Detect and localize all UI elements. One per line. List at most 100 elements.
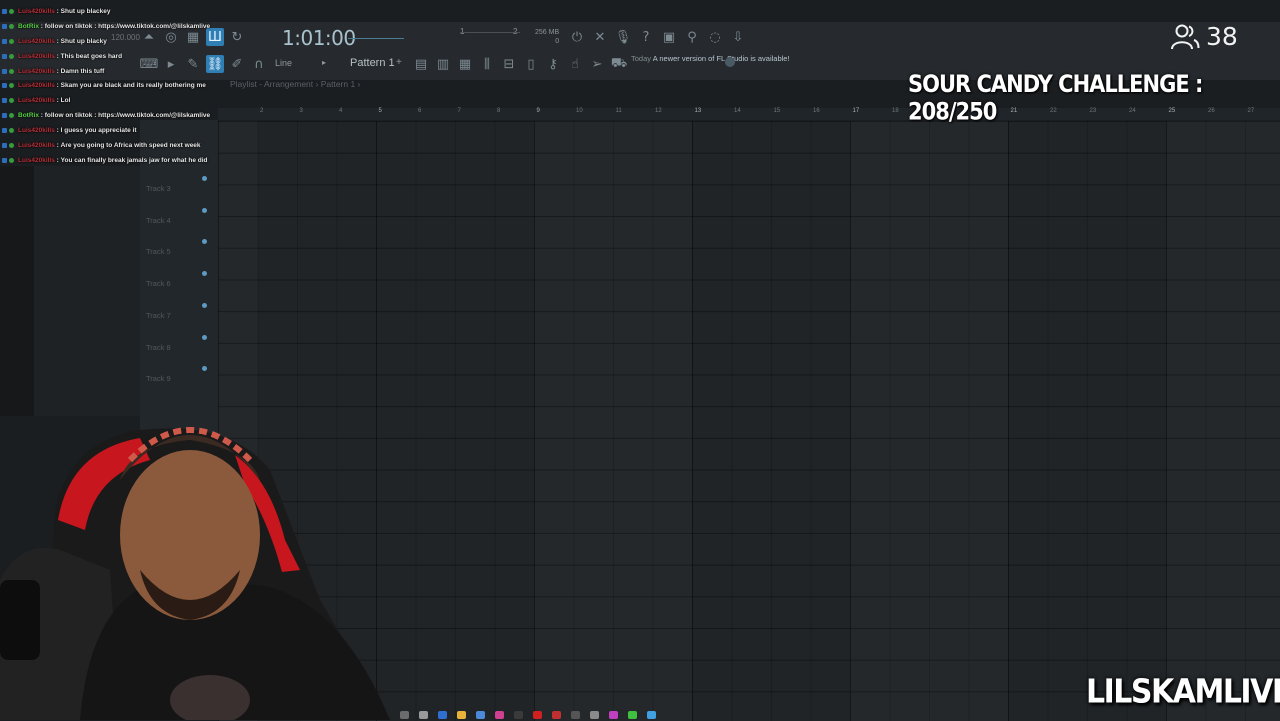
badge-icon [9, 23, 14, 29]
platform-icon [2, 128, 7, 134]
song-time[interactable]: 1:01:00 [282, 26, 356, 50]
chat-username: Luis420kills [18, 7, 55, 15]
chat-text: Shut up blackey [60, 7, 111, 15]
save-icon[interactable]: ▣ [660, 28, 678, 46]
help-icon[interactable]: ? [637, 28, 655, 46]
app-icon[interactable] [590, 711, 599, 719]
record-app-icon[interactable] [533, 711, 542, 719]
mixer-icon[interactable]: ⫼ [478, 55, 496, 73]
ruler-bar-number: 11 [615, 108, 622, 114]
track-label[interactable]: Track 8 [146, 343, 171, 352]
track-label[interactable]: Track 5 [146, 247, 171, 256]
app-icon[interactable] [419, 711, 428, 719]
track-mute-led[interactable] [202, 207, 207, 213]
folder-icon[interactable] [457, 711, 466, 719]
pattern-prev-icon[interactable]: ▸ [322, 58, 326, 67]
badge-icon [9, 98, 14, 104]
badge-icon [9, 157, 14, 163]
platform-icon [2, 113, 7, 119]
chrome-icon[interactable] [552, 711, 561, 719]
cart-icon[interactable]: ⛟ [610, 55, 628, 73]
ruler-bar-number: 14 [734, 108, 741, 114]
track-mute-led[interactable] [202, 334, 207, 340]
ruler-bar-number: 15 [773, 108, 781, 114]
users-icon [1171, 24, 1200, 49]
fl-studio-icon[interactable] [495, 711, 504, 719]
send-icon[interactable]: ➢ [588, 55, 606, 73]
chat-text: This beat goes hard [60, 52, 123, 60]
track-label[interactable]: Track 3 [146, 184, 171, 193]
ruler-bar-number: 10 [576, 108, 583, 114]
chat-username: Luis420kills [18, 37, 55, 45]
chat-username: BotRix [18, 22, 39, 30]
chat-message: BotRix : follow on tiktok : https://www.… [2, 108, 262, 123]
news-date: Today [631, 54, 652, 63]
playlist-icon[interactable]: ▤ [412, 55, 430, 73]
app-icon[interactable] [514, 711, 523, 719]
export-icon[interactable]: ⇩ [729, 28, 747, 46]
browser-panel-list [34, 166, 140, 416]
search-icon[interactable] [400, 711, 409, 719]
memory-sub: 0 [555, 38, 560, 45]
platform-icon [2, 53, 7, 59]
chat-message: Luis420kills : You can finally break jam… [2, 153, 262, 168]
cpu-meter [460, 32, 520, 33]
chat-username: Luis420kills [18, 141, 55, 149]
browser-icon[interactable]: ⊟ [500, 55, 518, 73]
track-mute-led[interactable] [202, 302, 207, 308]
store-icon[interactable] [476, 711, 485, 719]
chat-text: Lol [60, 97, 71, 105]
webcam-feed [0, 427, 390, 720]
track-label[interactable]: Track 6 [146, 279, 171, 288]
pattern-selector[interactable]: Pattern 1 [350, 57, 395, 69]
grid-shade [850, 121, 1008, 721]
chat-text: I guess you appreciate it [60, 127, 137, 135]
snap-mode[interactable]: Line [275, 58, 292, 68]
edge-icon[interactable] [438, 711, 447, 719]
ruler-bar-number: 7 [457, 108, 461, 114]
platform-icon [2, 157, 7, 163]
news-text: A newer version of FL Studio is availabl… [652, 54, 790, 63]
add-pattern-icon[interactable]: + [396, 57, 402, 68]
chat-message: Luis420kills : Damn this tuff [2, 64, 262, 79]
master-volume-slider[interactable] [348, 38, 404, 39]
globe-icon[interactable] [725, 57, 735, 67]
app-icon[interactable] [647, 711, 656, 719]
chat-text: follow on tiktok : https://www.tiktok.co… [44, 112, 211, 120]
piano-roll-icon[interactable]: ▥ [434, 55, 452, 73]
channel-rack-icon[interactable]: ▦ [456, 55, 474, 73]
platform-icon [2, 38, 7, 44]
track-label[interactable]: Track 7 [146, 311, 171, 320]
ruler-bar-number: 3 [299, 108, 303, 114]
ruler-bar-number: 6 [418, 108, 422, 114]
track-mute-led[interactable] [202, 176, 207, 181]
badge-icon [9, 38, 14, 44]
tools-icon[interactable]: ✕ [591, 28, 609, 46]
app-icon[interactable] [571, 711, 580, 719]
platform-icon [2, 8, 7, 14]
nvidia-icon[interactable] [628, 711, 637, 719]
clipboard-icon[interactable]: ▯ [522, 55, 540, 73]
badge-icon [9, 53, 14, 59]
ruler-bar-number: 9 [536, 108, 540, 114]
badge-icon [9, 142, 14, 148]
platform-icon [2, 83, 7, 89]
ruler-bar-number: 17 [852, 108, 860, 114]
news-panel[interactable]: Today A newer version of FL Studio is av… [631, 54, 790, 64]
platform-icon [2, 98, 7, 104]
power-icon[interactable]: ⏻ [568, 28, 586, 46]
ruler-bar-number: 16 [813, 108, 820, 114]
instagram-icon[interactable] [609, 711, 618, 719]
track-label[interactable]: Track 4 [146, 216, 171, 225]
plugin-icon[interactable]: ⚲ [683, 28, 701, 46]
badge-icon [9, 8, 14, 14]
chat-bubble-icon[interactable]: ◌ [706, 28, 724, 46]
track-label[interactable]: Track 9 [146, 374, 171, 383]
taskbar [380, 710, 940, 720]
badge-icon [9, 128, 14, 134]
touch-icon[interactable]: ☝ [566, 55, 584, 73]
ruler-bar-number: 12 [655, 108, 662, 114]
plugin-picker-icon[interactable]: ⚷ [544, 55, 562, 73]
microphone-icon[interactable]: 🎙 [614, 28, 632, 46]
chat-message: BotRix : follow on tiktok : https://www.… [2, 19, 262, 34]
